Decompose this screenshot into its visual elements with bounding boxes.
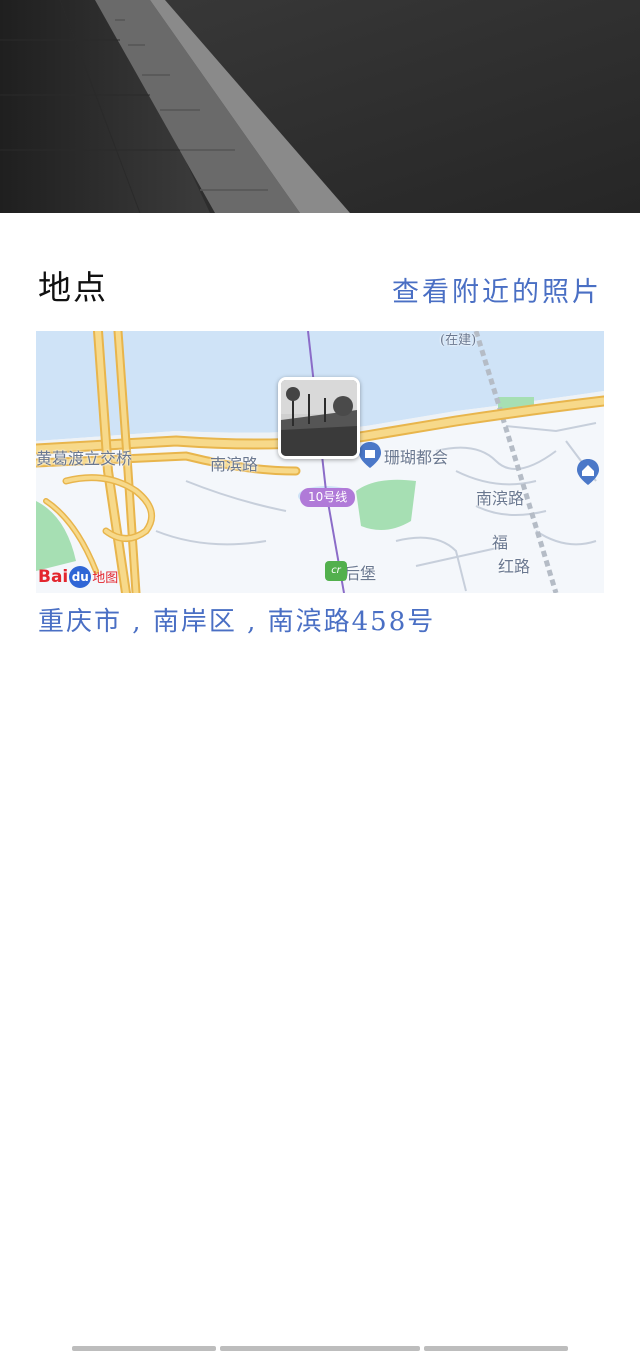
location-map[interactable]: 黄葛渡立交桥 南滨路 珊瑚都会 南滨路 后堡 福 红路 (在建) 10号线 cr [36, 331, 604, 593]
metro-station-icon: cr [325, 561, 347, 581]
address-separator: , [122, 607, 153, 637]
poi-pin-icon [359, 442, 381, 468]
top-photo [0, 0, 640, 213]
location-section-title: 地点 [38, 268, 108, 307]
map-label-road-hong: 红路 [498, 557, 531, 576]
address-district: 南岸区 [152, 607, 237, 637]
poi-pin-icon [577, 459, 599, 485]
bottom-bar-segment [424, 1346, 568, 1351]
view-nearby-photos-link[interactable]: 查看附近的照片 [392, 270, 602, 316]
address-street: 南滨路458号 [267, 607, 436, 637]
photo-location-marker[interactable] [278, 377, 360, 459]
bottom-toolbar-indicator [0, 1346, 640, 1351]
baidu-map-logo: Bai du 地图 [38, 566, 119, 588]
metro-line-badge: 10号线 [300, 488, 356, 507]
map-label-under-construction: (在建) [440, 333, 477, 348]
bottom-bar-segment [220, 1346, 420, 1351]
address-separator: , [236, 607, 268, 637]
photo-thumbnail [281, 380, 357, 456]
map-label-road-east: 南滨路 [476, 489, 525, 508]
map-label-station: 后堡 [344, 564, 377, 583]
location-address: 重庆市 , 南岸区 , 南滨路458号 [38, 600, 435, 644]
bottom-bar-segment [72, 1346, 216, 1351]
map-label-road-fu: 福 [492, 533, 509, 552]
map-label-poi-shanhu: 珊瑚都会 [384, 448, 449, 467]
map-label-interchange: 黄葛渡立交桥 [36, 449, 133, 468]
address-city: 重庆市 [38, 607, 123, 637]
map-label-road-west: 南滨路 [210, 455, 259, 474]
